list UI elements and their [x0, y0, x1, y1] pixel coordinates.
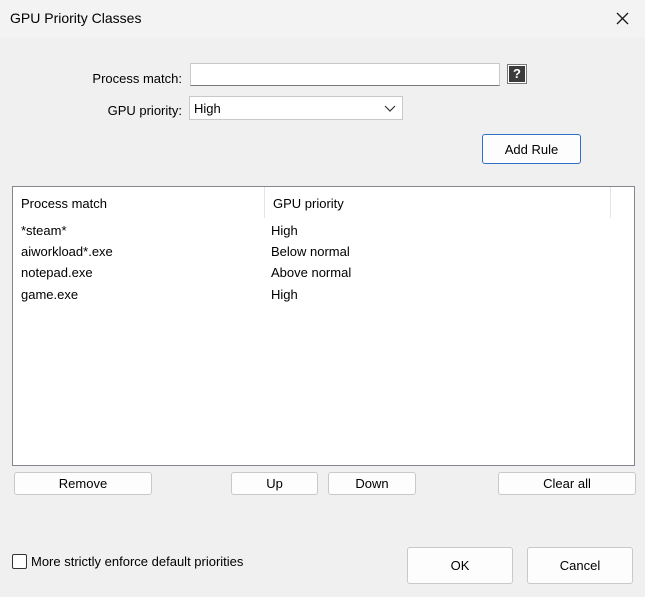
up-button[interactable]: Up — [231, 472, 318, 495]
list-header: Process match GPU priority — [13, 187, 634, 218]
cancel-button[interactable]: Cancel — [527, 547, 633, 584]
list-item[interactable]: aiworkload*.exe Below normal — [13, 241, 634, 262]
list-item[interactable]: notepad.exe Above normal — [13, 262, 634, 283]
title-bar: GPU Priority Classes — [0, 0, 645, 38]
list-item[interactable]: *steam* High — [13, 220, 634, 241]
gpu-priority-select[interactable]: High — [189, 96, 403, 120]
process-match-input[interactable] — [190, 63, 500, 86]
close-button[interactable] — [599, 0, 645, 36]
clear-all-button[interactable]: Clear all — [498, 472, 636, 495]
strict-enforce-checkbox[interactable] — [12, 554, 27, 569]
gpu-priority-selected: High — [194, 101, 221, 116]
chevron-down-icon — [384, 105, 396, 112]
rules-list[interactable]: Process match GPU priority *steam* High … — [12, 186, 635, 466]
column-header-gpu-priority[interactable]: GPU priority — [265, 187, 611, 218]
list-item[interactable]: game.exe High — [13, 284, 634, 305]
remove-button[interactable]: Remove — [14, 472, 152, 495]
gpu-priority-label: GPU priority: — [107, 103, 182, 118]
gpu-priority-dialog: GPU Priority Classes Process match: ? GP… — [0, 0, 645, 597]
ok-button[interactable]: OK — [407, 547, 513, 584]
down-button[interactable]: Down — [328, 472, 416, 495]
add-rule-button[interactable]: Add Rule — [482, 134, 581, 164]
process-match-label: Process match: — [92, 71, 182, 86]
strict-enforce-label[interactable]: More strictly enforce default priorities — [31, 554, 243, 569]
column-header-process-match[interactable]: Process match — [13, 187, 265, 218]
window-title: GPU Priority Classes — [10, 10, 142, 26]
help-button[interactable]: ? — [507, 64, 527, 84]
close-icon — [616, 12, 628, 24]
question-icon: ? — [509, 66, 525, 82]
